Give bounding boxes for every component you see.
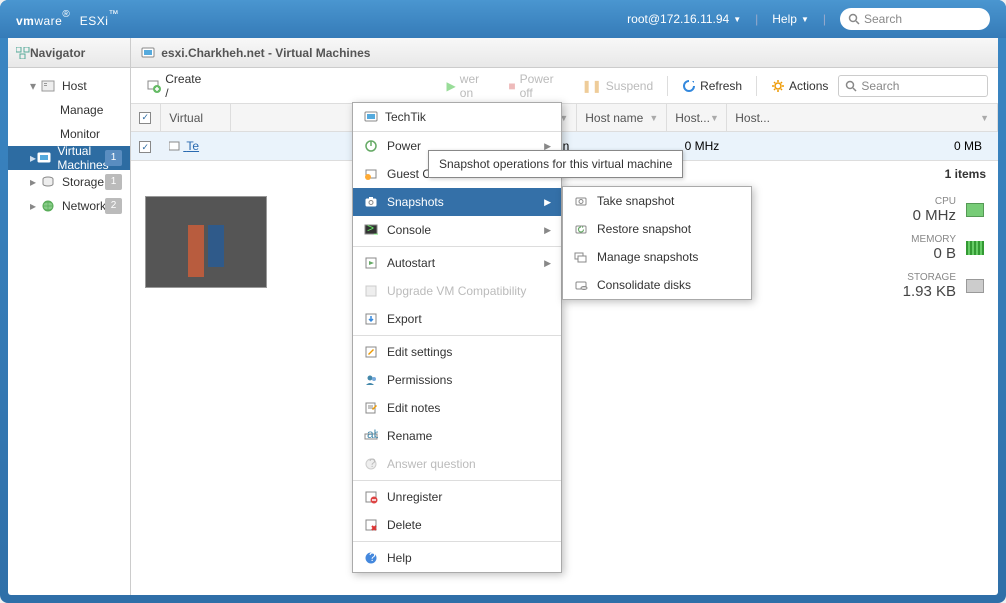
create-icon xyxy=(147,79,161,93)
stop-icon: ■ xyxy=(508,79,515,93)
upgrade-icon xyxy=(363,283,379,299)
row-checkbox[interactable]: ✓ xyxy=(139,141,151,153)
host-icon xyxy=(40,78,56,94)
titlebar: vmware® ESXi™ root@172.16.11.94▼ | Help▼… xyxy=(0,0,1006,38)
nav-monitor[interactable]: Monitor xyxy=(8,122,130,146)
select-all-checkbox[interactable]: ✓ xyxy=(139,112,151,124)
vm-thumbnail[interactable] xyxy=(145,196,267,288)
vm-icon xyxy=(363,109,379,125)
unregister-icon xyxy=(363,489,379,505)
snapshot-icon xyxy=(363,194,379,210)
restore-snapshot-icon xyxy=(573,221,589,237)
caret-icon: ▾ xyxy=(30,79,40,93)
svg-text:?: ? xyxy=(369,457,376,470)
ctx-edit-notes[interactable]: Edit notes xyxy=(353,394,561,422)
sub-restore-snapshot[interactable]: Restore snapshot xyxy=(563,215,751,243)
refresh-icon xyxy=(682,79,696,93)
svg-text:>_: >_ xyxy=(367,223,378,235)
vm-icon xyxy=(37,150,51,166)
ctx-answer: ?Answer question xyxy=(353,450,561,478)
pause-icon: ❚❚ xyxy=(582,79,602,93)
export-icon xyxy=(363,311,379,327)
play-icon: ▶ xyxy=(447,79,456,93)
ctx-delete[interactable]: Delete xyxy=(353,511,561,539)
sub-manage-snapshots[interactable]: Manage snapshots xyxy=(563,243,751,271)
ctx-edit-settings[interactable]: Edit settings xyxy=(353,338,561,366)
vmware-logo: vmware® ESXi™ xyxy=(16,9,119,30)
navigator-panel: Navigator ▾ Host Manage Monitor ▸ Virtua… xyxy=(8,38,131,595)
ctx-console[interactable]: >_Console▶ xyxy=(353,216,561,244)
nav-host[interactable]: ▾ Host xyxy=(8,74,130,98)
help-menu[interactable]: Help▼ xyxy=(772,12,809,26)
ctx-header: TechTik xyxy=(353,103,561,132)
nav-storage[interactable]: ▸ Storage 1 xyxy=(8,170,130,194)
search-icon xyxy=(845,80,857,92)
memory-icon xyxy=(966,241,984,255)
vm-icon xyxy=(141,46,155,60)
guest-icon xyxy=(363,166,379,182)
networking-icon xyxy=(40,198,56,214)
storage-icon xyxy=(966,279,984,293)
consolidate-icon xyxy=(573,277,589,293)
search-icon xyxy=(848,13,860,25)
delete-icon xyxy=(363,517,379,533)
edit-icon xyxy=(363,344,379,360)
ctx-unregister[interactable]: Unregister xyxy=(353,483,561,511)
svg-text:ab|: ab| xyxy=(367,429,378,441)
permissions-icon xyxy=(363,372,379,388)
ctx-permissions[interactable]: Permissions xyxy=(353,366,561,394)
toolbar-search[interactable]: Search xyxy=(838,75,988,97)
main-header: esxi.Charkheh.net - Virtual Machines xyxy=(131,38,998,68)
nav-manage[interactable]: Manage xyxy=(8,98,130,122)
notes-icon xyxy=(363,400,379,416)
gear-icon xyxy=(771,79,785,93)
actions-button[interactable]: Actions xyxy=(765,76,834,96)
sub-take-snapshot[interactable]: Take snapshot xyxy=(563,187,751,215)
vm-icon xyxy=(169,141,181,153)
storage-icon xyxy=(40,174,56,190)
svg-text:?: ? xyxy=(369,551,376,564)
ctx-upgrade: Upgrade VM Compatibility xyxy=(353,277,561,305)
help-icon: ? xyxy=(363,550,379,566)
poweroff-button[interactable]: ■ Power off xyxy=(502,69,571,103)
create-vm-button[interactable]: Create / xyxy=(141,69,209,103)
main-panel: esxi.Charkheh.net - Virtual Machines Cre… xyxy=(131,38,998,595)
ctx-autostart[interactable]: Autostart▶ xyxy=(353,249,561,277)
poweron-button[interactable]: ▶ wer on xyxy=(441,69,499,103)
ctx-snapshots[interactable]: Snapshots▶ xyxy=(353,188,561,216)
snapshots-submenu: Take snapshot Restore snapshot Manage sn… xyxy=(562,186,752,300)
caret-icon: ▸ xyxy=(30,175,40,189)
cpu-icon xyxy=(966,203,984,217)
take-snapshot-icon xyxy=(573,193,589,209)
tooltip: Snapshot operations for this virtual mac… xyxy=(428,150,683,178)
ctx-rename[interactable]: ab|Rename xyxy=(353,422,561,450)
question-icon: ? xyxy=(363,456,379,472)
refresh-button[interactable]: Refresh xyxy=(676,76,748,96)
esxi-window: vmware® ESXi™ root@172.16.11.94▼ | Help▼… xyxy=(0,0,1006,603)
suspend-button[interactable]: ❚❚ Suspend xyxy=(576,76,659,96)
nav-networking[interactable]: ▸ Networking 2 xyxy=(8,194,130,218)
nav-virtual-machines[interactable]: ▸ Virtual Machines 1 xyxy=(8,146,130,170)
console-icon: >_ xyxy=(363,222,379,238)
ctx-export[interactable]: Export xyxy=(353,305,561,333)
autostart-icon xyxy=(363,255,379,271)
global-search[interactable]: Search xyxy=(840,8,990,30)
manage-snapshots-icon xyxy=(573,249,589,265)
toolbar: Create / ▶ wer on ■ Power off ❚❚ Suspend xyxy=(131,68,998,104)
grid-header: ✓ Virtual d space▼ Guest OS▼ Host name▼ … xyxy=(131,104,998,132)
power-icon xyxy=(363,138,379,154)
ctx-help[interactable]: ?Help xyxy=(353,544,561,572)
caret-icon: ▸ xyxy=(30,151,37,165)
user-menu[interactable]: root@172.16.11.94▼ xyxy=(627,12,741,26)
navigator-icon xyxy=(16,47,30,59)
caret-icon: ▸ xyxy=(30,199,40,213)
navigator-header: Navigator xyxy=(8,38,130,68)
sub-consolidate-disks[interactable]: Consolidate disks xyxy=(563,271,751,299)
rename-icon: ab| xyxy=(363,428,379,444)
